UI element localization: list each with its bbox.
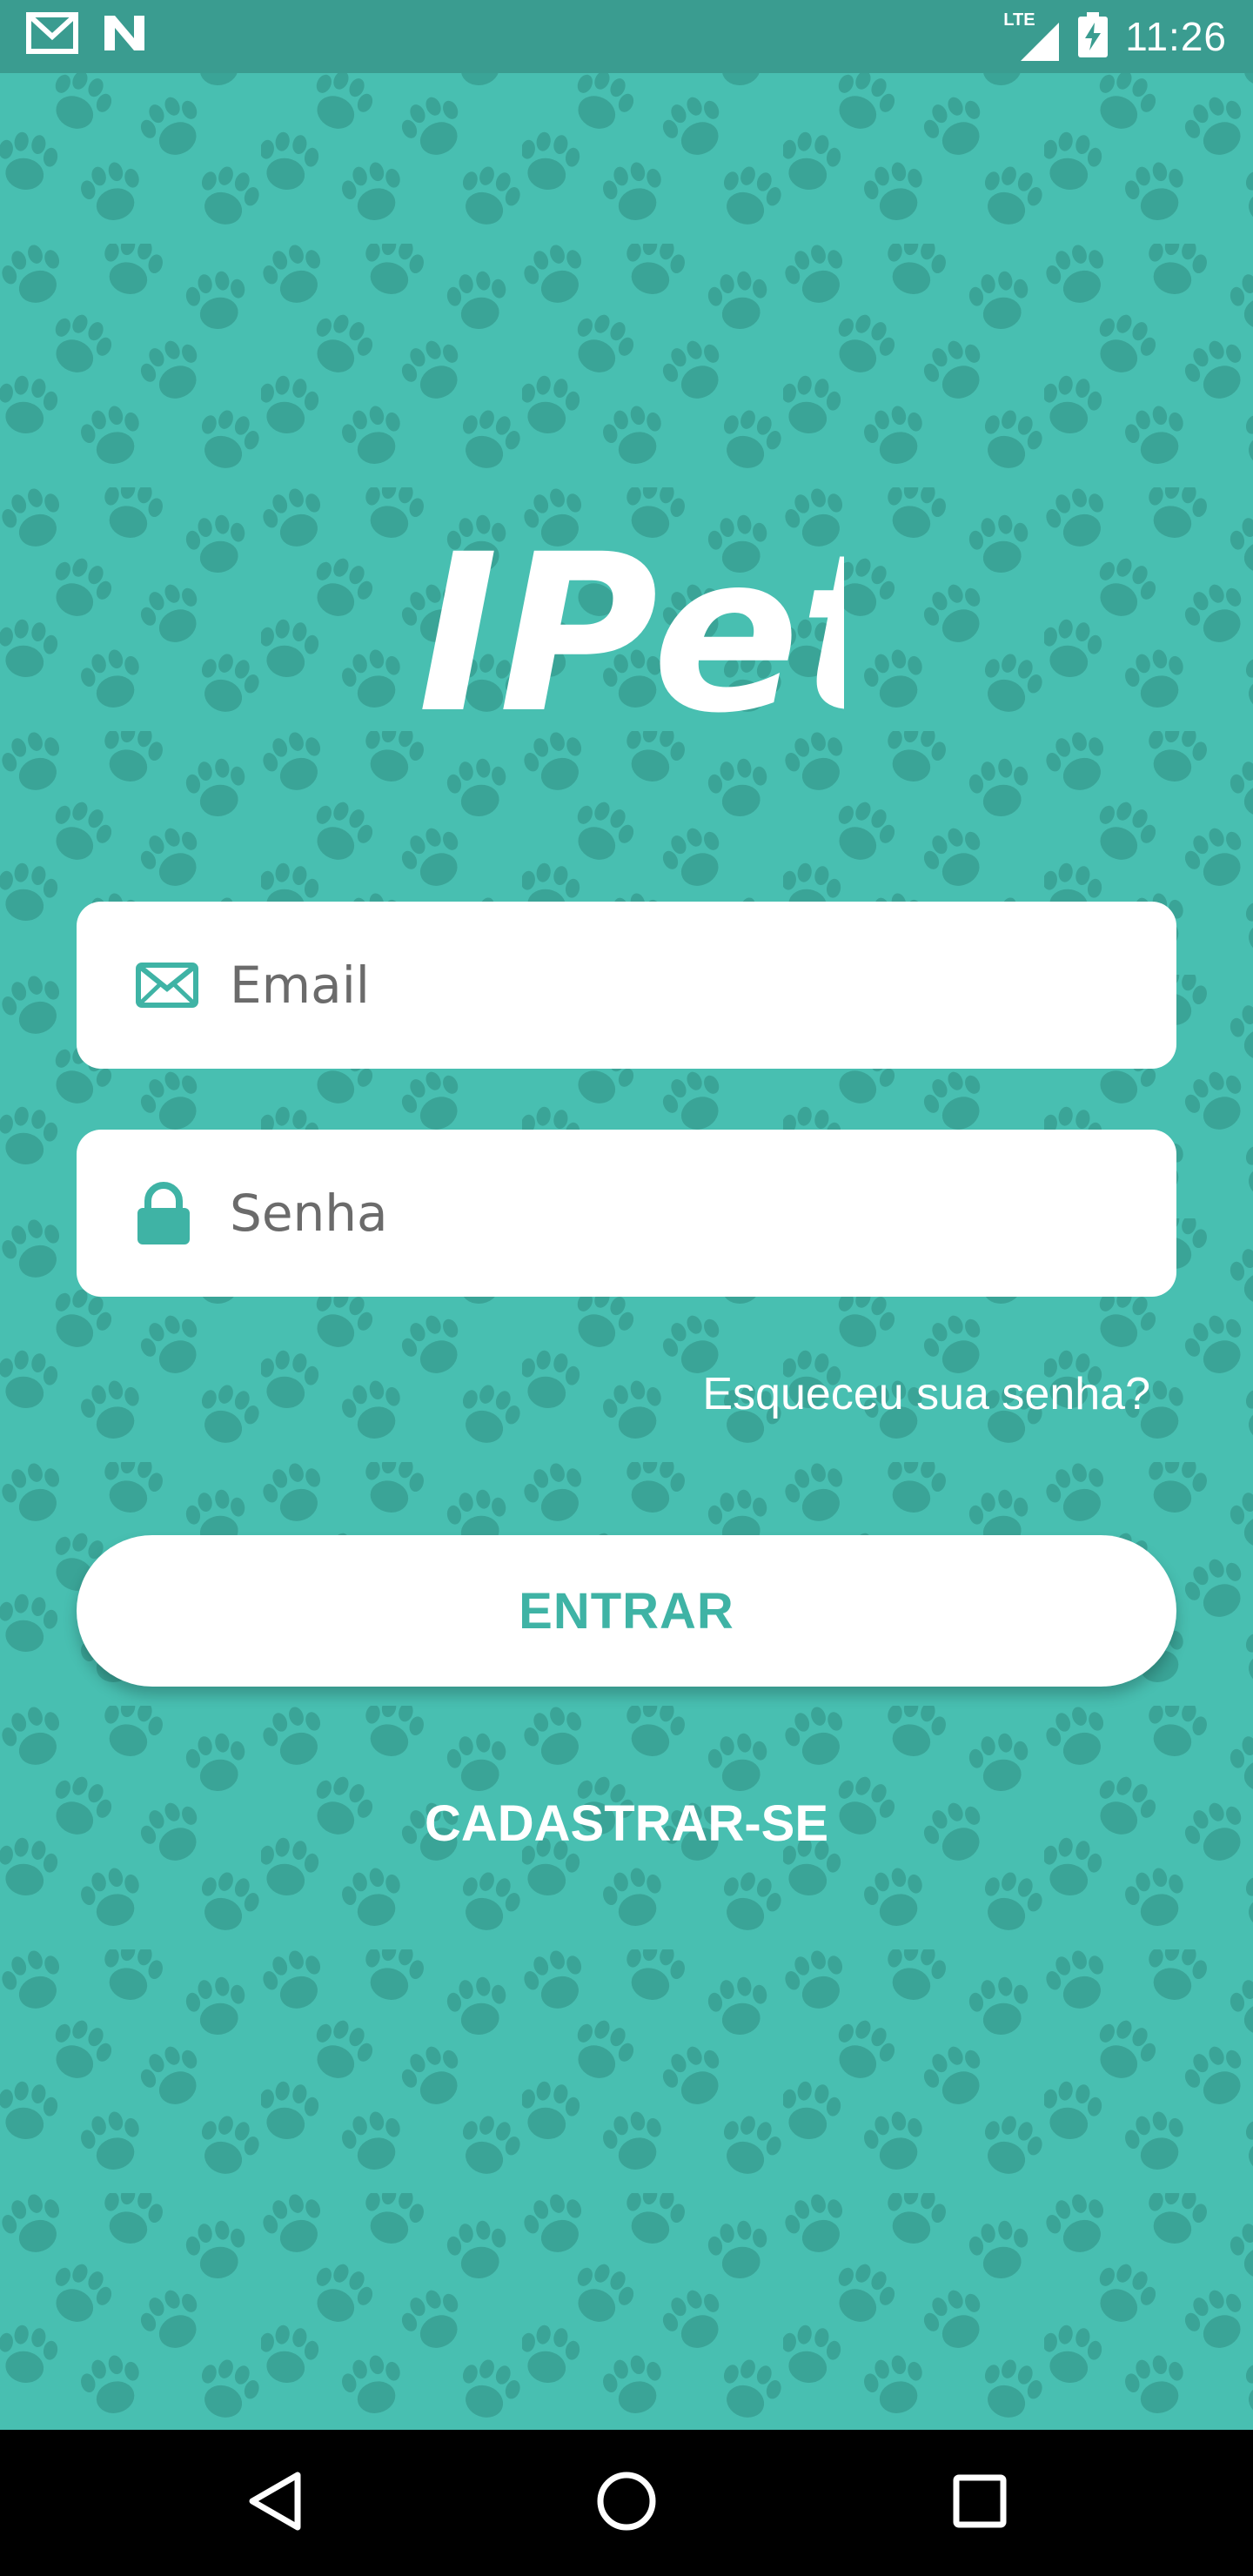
recents-button[interactable] (910, 2430, 1049, 2576)
login-button[interactable]: ENTRAR (77, 1535, 1176, 1687)
password-input[interactable] (228, 1130, 1142, 1297)
back-button[interactable] (205, 2430, 345, 2576)
battery-charging-icon (1078, 11, 1109, 62)
gmail-icon (26, 12, 78, 58)
recents-icon (952, 2473, 1008, 2533)
lte-signal-icon: LTE (1003, 10, 1061, 63)
register-button[interactable]: CADASTRAR-SE (365, 1784, 888, 1862)
app-logo: IPet (409, 507, 911, 761)
logo-text: IPet (418, 513, 844, 740)
mail-icon (136, 963, 198, 1008)
login-screen: LTE 11:26 IPet (0, 0, 1253, 2576)
status-left-icons (26, 12, 148, 58)
navigation-bar (0, 2430, 1253, 2576)
status-bar: LTE 11:26 (0, 0, 1253, 73)
home-button[interactable] (557, 2430, 696, 2576)
home-icon (595, 2470, 658, 2537)
email-field[interactable] (77, 902, 1176, 1069)
n-notification-icon (101, 12, 148, 58)
password-field[interactable] (77, 1130, 1176, 1297)
email-input[interactable] (228, 902, 1142, 1069)
forgot-password-link[interactable]: Esqueceu sua senha? (702, 1368, 1150, 1420)
status-right-icons: LTE 11:26 (1003, 0, 1227, 73)
status-time: 11:26 (1125, 14, 1227, 59)
lock-icon (136, 1182, 191, 1244)
back-icon (247, 2470, 303, 2537)
